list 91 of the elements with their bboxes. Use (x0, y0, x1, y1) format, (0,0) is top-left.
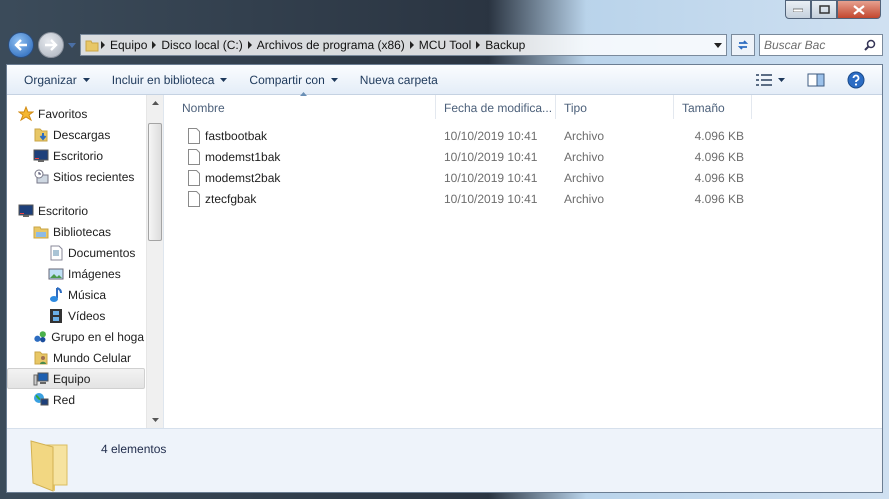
maximize-icon (818, 5, 830, 14)
scrollbar[interactable] (146, 95, 163, 428)
maximize-button[interactable] (811, 0, 837, 19)
computer-icon (33, 370, 49, 386)
minimize-icon (793, 8, 803, 12)
folder-icon (85, 38, 99, 52)
sidebar-item[interactable]: Vídeos (7, 305, 145, 326)
search-icon (864, 39, 876, 51)
sidebar-item[interactable]: Escritorio (7, 145, 145, 166)
back-button[interactable] (8, 32, 34, 58)
sidebar-item[interactable]: Mundo Celular (7, 347, 145, 368)
sidebar-item[interactable]: Red (7, 389, 145, 410)
homegroup-icon (33, 328, 48, 344)
separator-arrow-icon (152, 41, 156, 49)
download-folder-icon (33, 126, 49, 142)
list-view-icon (756, 74, 772, 86)
monitor-icon (18, 202, 34, 218)
table-cell-text: Archivo (563, 170, 606, 186)
caret-icon (778, 78, 785, 82)
table-cell-text: Archivo (563, 128, 606, 144)
file-name[interactable]: fastbootbak (205, 126, 268, 144)
column-header[interactable]: Tipo (556, 95, 674, 119)
refresh-button[interactable] (731, 34, 755, 56)
file-icon (188, 190, 200, 206)
file-icon (188, 128, 200, 144)
breadcrumb[interactable]: Backup (482, 36, 528, 54)
address-bar[interactable]: Equipo Disco local (C:) Archivos de programa (x86) MCU Tool Backup (80, 34, 727, 56)
toolbar-button[interactable]: Compartir con (240, 68, 347, 92)
sidebar-item[interactable]: Sitios recientes (7, 166, 145, 187)
refresh-arrows-icon (736, 38, 750, 52)
pane-icon (807, 72, 825, 86)
dropdown-caret-icon (714, 42, 722, 48)
file-name[interactable]: modemst2bak (205, 168, 280, 186)
file-icon (188, 170, 200, 186)
close-icon (853, 4, 865, 14)
sidebar-item[interactable]: Favoritos (7, 103, 145, 124)
minimize-button[interactable] (785, 0, 811, 19)
film-icon (48, 308, 64, 324)
separator-arrow-icon (410, 41, 414, 49)
table-cell-text: Archivo (563, 190, 606, 208)
file-name[interactable]: ztecfgbak (205, 190, 256, 208)
picture-icon (48, 266, 64, 282)
sidebar-item[interactable]: Escritorio (7, 200, 145, 221)
table-cell-text: 10/10/2019 10:41 (443, 170, 538, 186)
library-folder-icon (33, 224, 49, 240)
help-icon (847, 70, 865, 88)
breadcrumb[interactable]: Equipo (107, 36, 150, 54)
user-folder-icon (33, 350, 49, 366)
sidebar-item[interactable]: Descargas (7, 124, 145, 145)
search-box[interactable]: Buscar Bac (759, 34, 883, 56)
table-cell-text: 4.096 KB (694, 128, 745, 144)
toolbar-button[interactable]: Organizar (15, 68, 99, 92)
column-header[interactable]: Fecha de modifica... (436, 95, 556, 119)
sidebar-item[interactable]: Música (7, 284, 145, 305)
sidebar-item[interactable]: Equipo (7, 368, 145, 389)
table-cell-text: 10/10/2019 10:41 (443, 190, 538, 208)
star-icon (18, 106, 34, 122)
toolbar-button[interactable]: Nueva carpeta (350, 68, 447, 92)
back-arrow-icon (14, 39, 28, 51)
sidebar-item[interactable]: Imágenes (7, 263, 145, 284)
table-cell-text: 4.096 KB (694, 148, 745, 166)
table-cell-text: Archivo (563, 148, 606, 166)
globe-monitor-icon (33, 392, 49, 408)
scroll-down-arrow-icon[interactable] (152, 418, 158, 422)
sidebar-item[interactable]: Grupo en el hoga (7, 326, 145, 347)
table-cell-text: 10/10/2019 10:41 (443, 148, 538, 166)
monitor-icon (33, 148, 49, 164)
recent-places-icon (33, 168, 49, 184)
table-cell-text: 10/10/2019 10:41 (443, 128, 538, 144)
breadcrumb[interactable]: Disco local (C:) (158, 36, 246, 54)
separator-arrow-icon (248, 41, 252, 49)
toolbar-button[interactable]: Incluir en biblioteca (102, 68, 236, 92)
breadcrumb[interactable]: MCU Tool (416, 36, 474, 54)
forward-button[interactable] (38, 32, 64, 58)
sidebar-item[interactable]: Bibliotecas (7, 221, 145, 242)
document-icon (48, 244, 64, 260)
breadcrumb[interactable]: Archivos de programa (x86) (254, 36, 408, 54)
scroll-up-arrow-icon[interactable] (152, 101, 158, 105)
column-header[interactable]: Tamaño (674, 95, 752, 119)
table-cell-text: 4.096 KB (694, 190, 745, 208)
forward-arrow-icon (44, 39, 58, 51)
separator-arrow-icon (476, 41, 480, 49)
sidebar-item[interactable]: Documentos (7, 242, 145, 263)
close-button[interactable] (837, 0, 881, 19)
item-count: 4 elementos (101, 441, 166, 458)
music-note-icon (48, 286, 64, 302)
file-icon (188, 148, 200, 164)
table-cell-text: 4.096 KB (694, 170, 745, 186)
column-header[interactable]: Nombre (174, 95, 436, 119)
file-name[interactable]: modemst1bak (205, 148, 280, 166)
separator-arrow-icon (101, 41, 105, 49)
